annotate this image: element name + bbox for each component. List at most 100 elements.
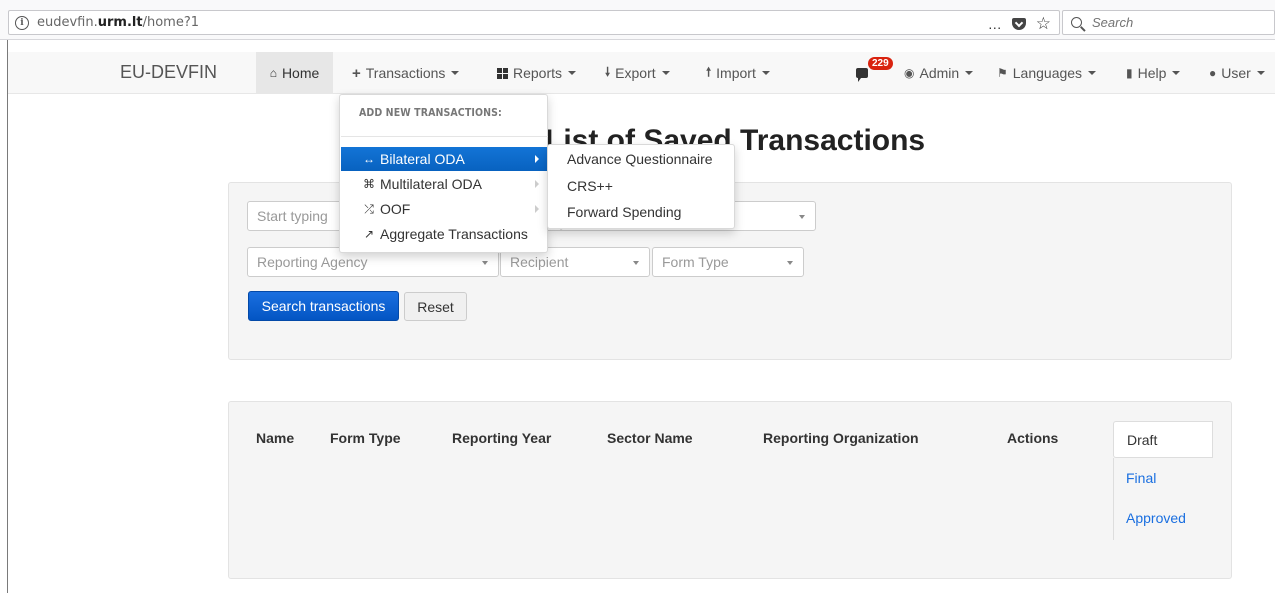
caret-down-icon [761, 71, 770, 75]
url-prefix: eudevfin. [37, 15, 98, 30]
nav-transactions-label: Transactions [365, 65, 446, 81]
dropdown-divider [341, 136, 548, 137]
caret-down-icon [965, 71, 974, 75]
menu-item-bilateral-oda[interactable]: ↔ Bilateral ODA [341, 147, 548, 171]
nav-help[interactable]: ▮ Help [1118, 52, 1188, 94]
transactions-dropdown: ADD NEW TRANSACTIONS: ↔ Bilateral ODA ⌘ … [339, 94, 548, 253]
comment-icon [856, 68, 868, 82]
caret-down-icon [661, 71, 670, 75]
nav-export-label: Export [615, 65, 656, 81]
nav-home[interactable]: ⌂ Home [256, 52, 333, 94]
pocket-icon[interactable] [1011, 18, 1026, 30]
nav-admin-label: Admin [919, 65, 960, 81]
search-transactions-button[interactable]: Search transactions [248, 291, 399, 321]
nav-home-label: Home [281, 65, 320, 81]
tab-final[interactable]: Final [1113, 458, 1213, 498]
reset-button[interactable]: Reset [404, 292, 467, 321]
address-bar[interactable]: i eudevfin.urm.lt/home?1 … ☆ [8, 10, 1060, 35]
random-icon: ⤮ [364, 201, 374, 216]
select-caret-icon [799, 215, 805, 219]
nav-export[interactable]: 🠗 Export [597, 52, 678, 94]
viewport-border [7, 40, 8, 593]
page-actions-icon[interactable]: … [988, 16, 1002, 32]
column-header-sector-name[interactable]: Sector Name [607, 430, 693, 446]
flag-icon: ⚑ [997, 66, 1008, 80]
caret-down-icon [1088, 71, 1097, 75]
url-path: /home?1 [142, 15, 199, 30]
grid-icon [497, 67, 508, 79]
bookmark-star-icon[interactable]: ☆ [1036, 14, 1051, 34]
form-type-select[interactable]: Form Type [652, 247, 804, 277]
menu-item-label: Bilateral ODA [380, 151, 465, 167]
site-info-icon[interactable]: i [15, 15, 29, 30]
nav-reports-label: Reports [513, 65, 563, 81]
column-header-form-type[interactable]: Form Type [330, 430, 401, 446]
browser-search-box[interactable]: Search [1062, 10, 1275, 35]
user-icon: ● [1209, 66, 1217, 80]
select-caret-icon [482, 261, 488, 265]
nav-languages[interactable]: ⚑ Languages [989, 52, 1104, 94]
submenu-arrow-icon [535, 155, 539, 163]
bilateral-oda-submenu: Advance Questionnaire CRS++ Forward Spen… [547, 144, 735, 229]
search-text-placeholder: Start typing [257, 208, 328, 224]
reporting-agency-label: Reporting Agency [257, 254, 368, 270]
nav-import[interactable]: 🠕 Import [698, 52, 778, 94]
plus-icon: + [352, 64, 361, 82]
notification-badge: 229 [868, 57, 893, 70]
tab-approved[interactable]: Approved [1113, 498, 1213, 538]
nav-languages-label: Languages [1012, 65, 1083, 81]
url-domain: urm.lt [97, 15, 143, 30]
top-navbar: EU-DEVFIN ⌂ Home + Transactions Reports … [8, 52, 1275, 94]
results-panel [228, 401, 1232, 579]
form-type-label: Form Type [662, 254, 729, 270]
submenu-item-crs[interactable]: CRS++ [548, 174, 734, 198]
submenu-arrow-icon [535, 180, 539, 188]
brand-logo[interactable]: EU-DEVFIN [120, 62, 217, 83]
nav-reports[interactable]: Reports [489, 52, 584, 94]
select-caret-icon [633, 261, 639, 265]
resize-icon: ↗ [363, 227, 375, 241]
submenu-item-forward-spending[interactable]: Forward Spending [548, 200, 734, 224]
search-icon [1071, 17, 1082, 28]
book-icon: ▮ [1126, 66, 1133, 80]
browser-toolbar: i eudevfin.urm.lt/home?1 … ☆ Search [0, 0, 1275, 40]
column-header-reporting-year[interactable]: Reporting Year [452, 430, 551, 446]
nav-admin[interactable]: ◉ Admin [896, 52, 981, 94]
nav-user-label: User [1221, 65, 1251, 81]
submenu-item-advance-questionnaire[interactable]: Advance Questionnaire [548, 147, 734, 171]
menu-item-oof[interactable]: ⤮ OOF [341, 197, 548, 221]
column-header-reporting-organization[interactable]: Reporting Organization [763, 430, 919, 446]
notifications-wrap: 229 [856, 57, 893, 82]
nav-transactions[interactable]: + Transactions [344, 52, 467, 94]
arrow-up-icon: 🠕 [706, 64, 712, 79]
column-header-name[interactable]: Name [256, 430, 294, 446]
select-caret-icon [787, 261, 793, 265]
caret-down-icon [1256, 71, 1265, 75]
home-icon: ⌂ [269, 66, 277, 80]
menu-item-aggregate-transactions[interactable]: ↗ Aggregate Transactions [341, 222, 548, 246]
nav-notifications[interactable]: 229 [848, 52, 893, 94]
arrows-horizontal-icon: ↔ [363, 152, 375, 166]
menu-item-label: OOF [380, 201, 411, 217]
eye-icon: ◉ [904, 66, 915, 80]
tab-draft[interactable]: Draft [1113, 421, 1213, 458]
caret-down-icon [568, 71, 577, 75]
nav-import-label: Import [716, 65, 756, 81]
url-actions: … ☆ [988, 14, 1051, 34]
status-tabs: Draft Final Approved [1113, 421, 1213, 538]
nav-help-label: Help [1137, 65, 1167, 81]
nav-user[interactable]: ● User [1201, 52, 1273, 94]
submenu-arrow-icon [535, 205, 539, 213]
caret-down-icon [1172, 71, 1181, 75]
menu-item-multilateral-oda[interactable]: ⌘ Multilateral ODA [341, 172, 548, 196]
caret-down-icon [451, 71, 460, 75]
dropdown-header: ADD NEW TRANSACTIONS: [359, 107, 502, 119]
column-header-actions: Actions [1007, 430, 1059, 446]
search-placeholder: Search [1092, 15, 1134, 30]
menu-item-label: Aggregate Transactions [380, 226, 528, 242]
recipient-label: Recipient [510, 254, 569, 270]
menu-item-label: Multilateral ODA [380, 176, 482, 192]
arrow-down-icon: 🠗 [605, 64, 611, 79]
fullscreen-icon: ⌘ [363, 177, 375, 191]
url-text[interactable]: eudevfin.urm.lt/home?1 [37, 15, 199, 30]
